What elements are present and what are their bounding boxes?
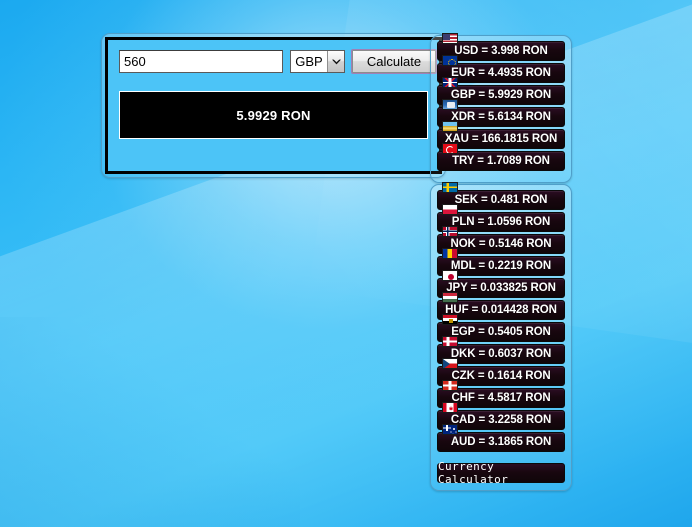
- conversion-result-box: 5.9929 RON: [119, 91, 428, 139]
- exchange-rates-gadget-primary[interactable]: USD = 3.998 RON EUR = 4.4935 RON GBP = 5.9…: [430, 33, 572, 183]
- flag-try-icon: [442, 143, 458, 154]
- flag-chf-icon: [442, 380, 458, 391]
- flag-dkk-icon: [442, 336, 458, 347]
- flag-sek-icon: [442, 182, 458, 193]
- rate-label: CZK = 0.1614 RON: [451, 370, 551, 382]
- exchange-rates-gadget-secondary[interactable]: SEK = 0.481 RON PLN = 1.0596 RON NOK = 0.5…: [430, 182, 572, 491]
- rate-label: CAD = 3.2258 RON: [450, 414, 552, 426]
- converter-controls-row: GBP Calculate: [119, 49, 437, 74]
- wallpaper-corner-shade: [0, 317, 300, 527]
- flag-mdl-icon: [442, 248, 458, 259]
- flag-jpy-icon: [442, 270, 458, 281]
- rate-list-primary: USD = 3.998 RON EUR = 4.4935 RON GBP = 5.9…: [434, 33, 568, 179]
- calculate-button[interactable]: Calculate: [351, 49, 437, 74]
- amount-input[interactable]: [119, 50, 283, 73]
- flag-usd-icon: [442, 33, 458, 44]
- flag-nok-icon: [442, 226, 458, 237]
- rate-label: XDR = 5.6134 RON: [451, 111, 551, 123]
- rate-label: EGP = 0.5405 RON: [451, 326, 551, 338]
- rate-label: XAU = 166.1815 RON: [444, 133, 558, 145]
- flag-aud-icon: [442, 424, 458, 435]
- rate-label: USD = 3.998 RON: [454, 45, 548, 57]
- gadget-title-bar[interactable]: Currency Calculator: [437, 460, 565, 486]
- rate-label: HUF = 0.014428 RON: [445, 304, 557, 316]
- flag-huf-icon: [442, 292, 458, 303]
- currency-select[interactable]: GBP: [290, 50, 345, 73]
- rate-label: SEK = 0.481 RON: [454, 194, 548, 206]
- rate-label: TRY = 1.7089 RON: [452, 155, 550, 167]
- flag-xdr-icon: [442, 99, 458, 110]
- rate-label: MDL = 0.2219 RON: [450, 260, 552, 272]
- flag-pln-icon: [442, 204, 458, 215]
- flag-czk-icon: [442, 358, 458, 369]
- flag-egp-icon: [442, 314, 458, 325]
- rate-label: DKK = 0.6037 RON: [450, 348, 552, 360]
- conversion-result-text: 5.9929 RON: [236, 107, 311, 123]
- flag-gbp-icon: [442, 77, 458, 88]
- rate-label: PLN = 1.0596 RON: [451, 216, 551, 228]
- rate-label: JPY = 0.033825 RON: [446, 282, 556, 294]
- rate-row[interactable]: TRY = 1.7089 RON: [437, 143, 565, 171]
- flag-eur-icon: [442, 55, 458, 66]
- gadget-title-text: Currency Calculator: [438, 460, 509, 486]
- flag-xau-icon: [442, 121, 458, 132]
- rate-label: AUD = 3.1865 RON: [450, 436, 552, 448]
- chevron-down-icon[interactable]: [327, 51, 344, 72]
- rate-label: GBP = 5.9929 RON: [450, 89, 552, 101]
- rate-list-secondary: SEK = 0.481 RON PLN = 1.0596 RON NOK = 0.5…: [434, 182, 568, 487]
- rate-label: EUR = 4.4935 RON: [451, 67, 551, 79]
- rate-label: CHF = 4.5817 RON: [451, 392, 551, 404]
- converter-panel: GBP Calculate 5.9929 RON: [105, 37, 442, 174]
- rate-label: NOK = 0.5146 RON: [450, 238, 552, 250]
- flag-cad-icon: [442, 402, 458, 413]
- rate-row[interactable]: AUD = 3.1865 RON: [437, 424, 565, 452]
- currency-converter-gadget[interactable]: GBP Calculate 5.9929 RON: [101, 33, 446, 178]
- currency-select-value: GBP: [291, 51, 327, 72]
